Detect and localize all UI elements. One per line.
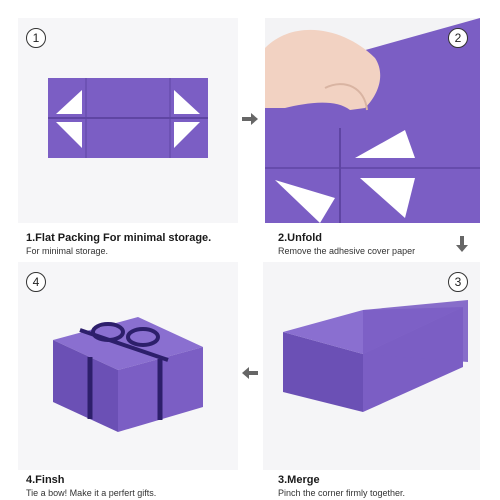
step-1-number: 1 [26,28,46,48]
step-1-title: 1.Flat Packing For minimal storage. [26,232,212,244]
step-4-image [18,262,238,470]
step-2-title: 2.Unfold [278,232,322,244]
step-3-image [263,262,480,470]
step-1-subtitle: For minimal storage. [26,246,109,256]
arrow-right-icon [242,113,258,125]
step-4-title: 4.Finsh [26,474,65,486]
arrow-left-icon [242,367,258,379]
step-4-number: 4 [26,272,46,292]
step-1-image [18,18,238,223]
step-4-subtitle: Tie a bow! Make it a perfert gifts. [26,488,157,498]
step-2-number: 2 [448,28,468,48]
step-3-number: 3 [448,272,468,292]
step-2-image [265,18,480,223]
step-3-subtitle: Pinch the corner firmly together. [278,488,406,498]
arrow-down-icon [456,236,468,252]
step-3-title: 3.Merge [278,474,320,486]
step-2-subtitle: Remove the adhesive cover paper [278,246,416,256]
